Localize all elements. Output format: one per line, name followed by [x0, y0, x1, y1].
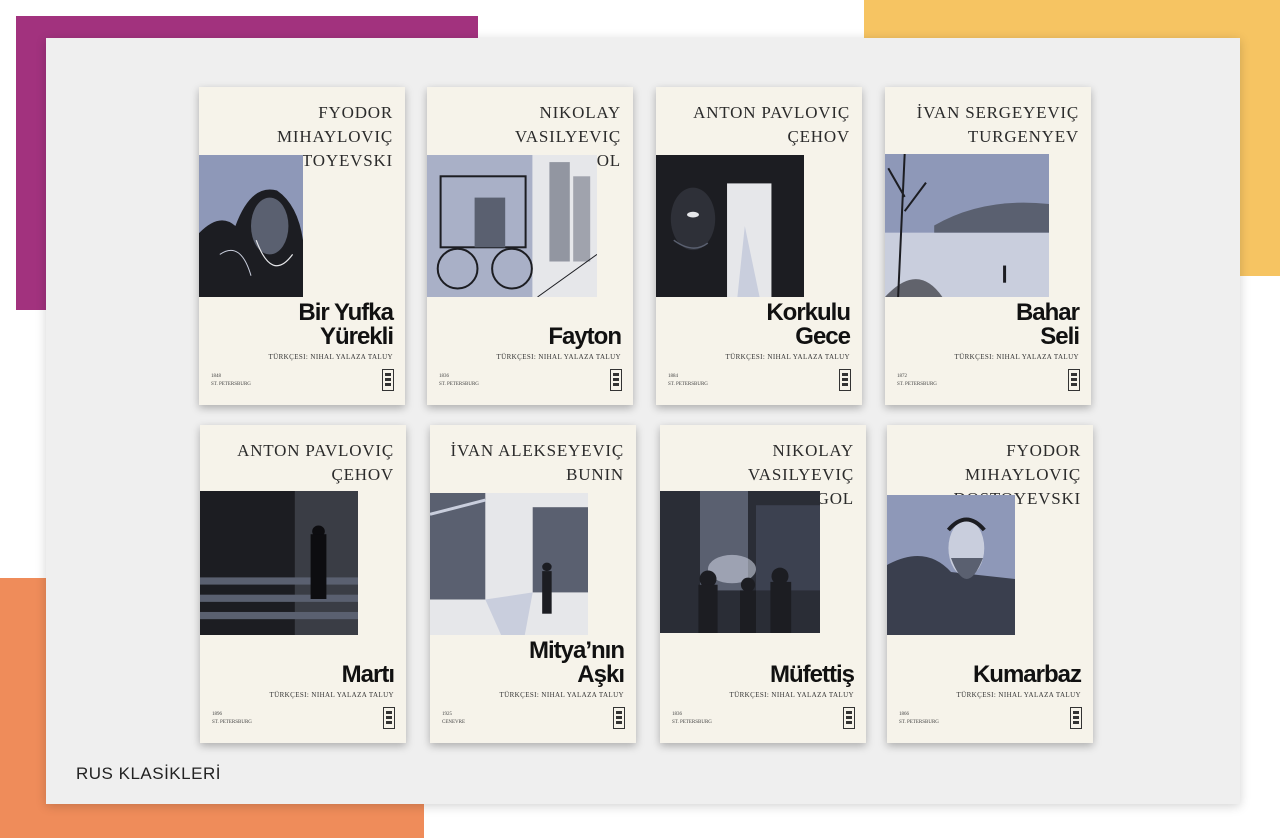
publisher-logo-icon	[613, 707, 625, 729]
book-author-line: Turgenyev	[967, 127, 1079, 146]
publication-info: 1836 St. Petersburg	[439, 373, 479, 389]
publication-info: 1896 St. Petersburg	[212, 711, 252, 727]
publisher-logo-icon	[843, 707, 855, 729]
publication-info-line: 1896	[212, 712, 222, 717]
book-author-line: Anton Pavloviç	[237, 441, 394, 460]
book-title: Mitya’nın Aşkı	[528, 637, 625, 688]
publication-info-line: St. Petersburg	[897, 382, 937, 387]
publisher-logo-icon	[610, 369, 622, 391]
cover-illustration	[656, 155, 804, 297]
book-title-line: Bahar	[1015, 299, 1080, 326]
book-title: Bir Yufka Yürekli	[298, 299, 394, 350]
book-title-line: Seli	[1040, 323, 1080, 350]
book-cover[interactable]: Nikolay VasilyeviçGogol FaytonTürkçesi: …	[427, 87, 633, 405]
book-cover[interactable]: İvan Alekseyeviç Bunin Mitya’nın Aşkı Türkç…	[430, 425, 636, 743]
publication-info-line: 1836	[439, 374, 449, 379]
book-title-line: Martı	[341, 661, 395, 688]
book-title: Martı	[341, 661, 395, 688]
book-author-line: Bunin	[566, 465, 624, 484]
book-title-line: Aşkı	[577, 661, 625, 688]
book-title-line: Kumarbaz	[972, 661, 1082, 688]
book-title: Fayton	[548, 323, 622, 350]
book-title: Korkulu Gece	[766, 299, 851, 350]
translator-credit: Türkçesi: Nihal Yalaza Taluy	[954, 353, 1079, 361]
book-author: Anton Pavloviç Çehov	[660, 101, 850, 149]
publisher-logo-icon	[1068, 369, 1080, 391]
cover-illustration	[199, 155, 303, 297]
book-title: Müfettiş	[770, 661, 855, 688]
book-title-line: Korkulu	[766, 299, 851, 326]
book-author-line: Anton Pavloviç	[693, 103, 850, 122]
cover-illustration	[430, 493, 588, 635]
book-title-line: Fayton	[548, 323, 622, 350]
publisher-logo-icon	[839, 369, 851, 391]
book-author: Anton Pavloviç Çehov	[204, 439, 394, 487]
book-title-line: Müfettiş	[770, 661, 855, 688]
book-author-line: Fyodor Mihayloviç	[277, 103, 393, 146]
cover-illustration	[887, 495, 1015, 635]
translator-credit: Türkçesi: Nihal Yalaza Taluy	[729, 691, 854, 699]
publication-info-line: St. Petersburg	[672, 720, 712, 725]
translator-credit: Türkçesi: Nihal Yalaza Taluy	[268, 353, 393, 361]
book-author-line: İvan Alekseyeviç	[450, 441, 624, 460]
book-cover[interactable]: Nikolay Vasilyeviç Gogol Müfettiş Türkçesi…	[660, 425, 866, 743]
cover-illustration	[427, 155, 597, 297]
book-title-line: Yürekli	[319, 323, 394, 350]
book-title-line: Mitya’nın	[528, 637, 625, 664]
publication-info-line: St. Petersburg	[899, 720, 939, 725]
book-cover[interactable]: Fyodor Mihayloviç Dostoyevski Bir Yufka Yü…	[199, 87, 405, 405]
publication-info: 1866 St. Petersburg	[899, 711, 939, 727]
publication-info-line: St. Petersburg	[212, 720, 252, 725]
publisher-logo-icon	[383, 707, 395, 729]
translator-credit: Türkçesi: Nihal Yalaza Taluy	[956, 691, 1081, 699]
book-author-line: Nikolay Vasilyeviç	[747, 441, 854, 484]
publication-info-line: 1848	[211, 374, 221, 379]
series-label: RUS KLASİKLERİ	[76, 764, 221, 783]
cover-illustration	[660, 491, 820, 633]
publication-info-line: St. Petersburg	[668, 382, 708, 387]
publication-info-line: 1836	[672, 712, 682, 717]
book-author-line: Fyodor Mihayloviç	[965, 441, 1081, 484]
publication-info-line: 1872	[897, 374, 907, 379]
publisher-logo-icon	[1070, 707, 1082, 729]
translator-credit: Türkçesi: Nihal Yalaza Taluy	[725, 353, 850, 361]
publication-info: 1925 Cenevre	[442, 711, 465, 727]
book-author-line: Nikolay Vasilyeviç	[514, 103, 621, 146]
cover-illustration	[885, 154, 1049, 297]
book-title: Bahar Seli	[1015, 299, 1080, 350]
book-title-line: Bir Yufka	[298, 299, 394, 326]
book-author: İvan Sergeyeviç Turgenyev	[889, 101, 1079, 149]
book-author-line: İvan Sergeyeviç	[916, 103, 1079, 122]
publication-info-line: 1884	[668, 374, 678, 379]
translator-credit: Türkçesi: Nihal Yalaza Taluy	[496, 353, 621, 361]
book-cover[interactable]: İvan Sergeyeviç Turgenyev Bahar Seli Türkçe…	[885, 87, 1091, 405]
publication-info: 1872 St. Petersburg	[897, 373, 937, 389]
book-author: İvan Alekseyeviç Bunin	[434, 439, 624, 487]
publication-info: 1848 St. Petersburg	[211, 373, 251, 389]
book-title-line: Gece	[795, 323, 851, 350]
publication-info: 1884 St. Petersburg	[668, 373, 708, 389]
book-title: Kumarbaz	[972, 661, 1082, 688]
publication-info-line: 1925	[442, 712, 452, 717]
translator-credit: Türkçesi: Nihal Yalaza Taluy	[499, 691, 624, 699]
publication-info-line: Cenevre	[442, 720, 466, 725]
publication-info: 1836 St. Petersburg	[672, 711, 712, 727]
publication-info-line: St. Petersburg	[439, 382, 479, 387]
book-author-line: Çehov	[787, 127, 850, 146]
book-author-line: Çehov	[331, 465, 394, 484]
publisher-logo-icon	[382, 369, 394, 391]
book-cover[interactable]: Anton Pavloviç Çehov Martı Türkçesi: Nihal…	[200, 425, 406, 743]
publication-info-line: St. Petersburg	[211, 382, 251, 387]
book-cover[interactable]: Anton Pavloviç Çehov Korkulu Gece Türkçesi:…	[656, 87, 862, 405]
cover-illustration	[200, 491, 358, 635]
book-cover[interactable]: Fyodor Mihayloviç Dostoyevski Kumarbaz Tür…	[887, 425, 1093, 743]
translator-credit: Türkçesi: Nihal Yalaza Taluy	[269, 691, 394, 699]
publication-info-line: 1866	[899, 712, 909, 717]
